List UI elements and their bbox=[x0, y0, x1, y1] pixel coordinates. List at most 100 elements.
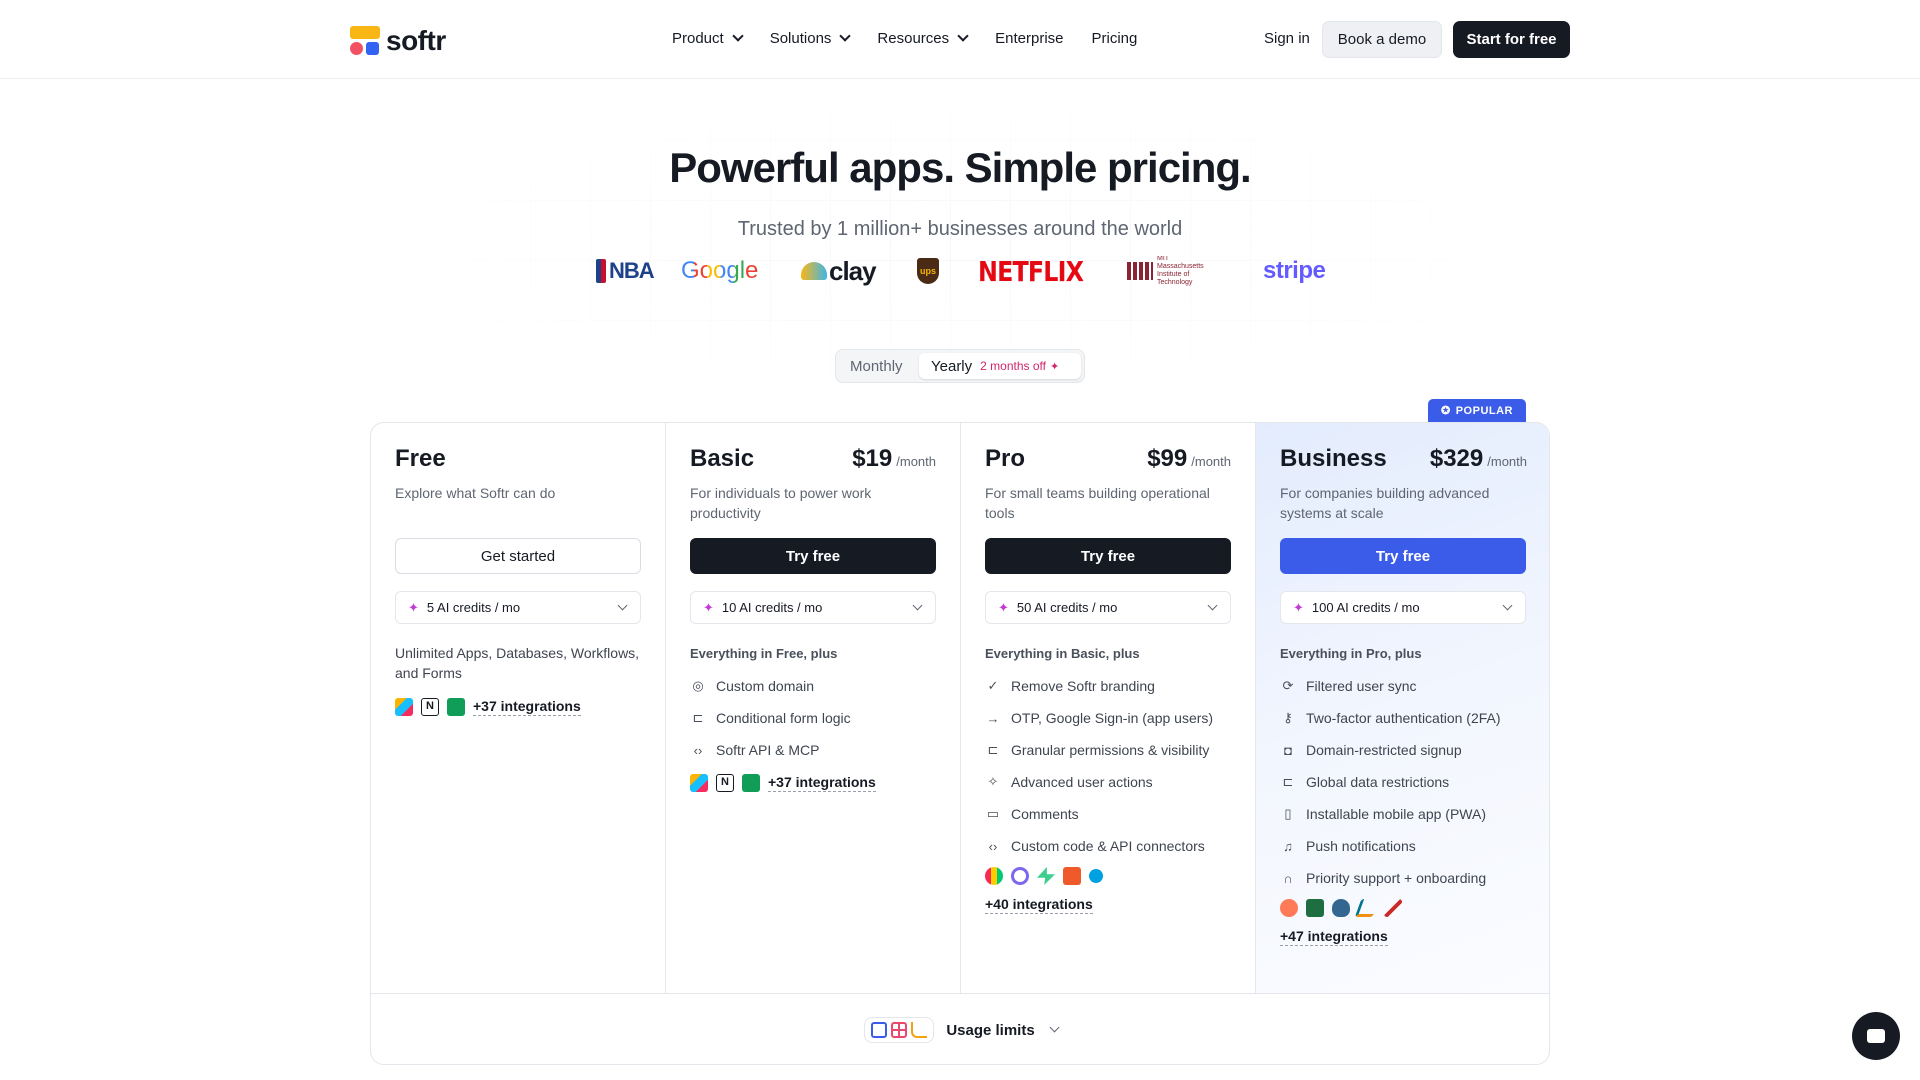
feature-item: ⊏ Global data restrictions bbox=[1280, 766, 1501, 798]
try-free-button[interactable]: Try free bbox=[690, 538, 936, 574]
sync-icon: ⟳ bbox=[1282, 678, 1294, 693]
yearly-option[interactable]: Yearly 2 months off ✦ bbox=[919, 353, 1081, 379]
menu-label: Enterprise bbox=[995, 30, 1064, 47]
plan-summary: Unlimited Apps, Databases, Workflows, an… bbox=[395, 645, 640, 681]
usage-icons bbox=[864, 1017, 935, 1043]
feature-item: ◎ Custom domain bbox=[690, 670, 851, 702]
airtable-icon bbox=[395, 698, 413, 716]
feature-label: Comments bbox=[1011, 806, 1079, 822]
integrations-row: N +37 integrations bbox=[395, 698, 581, 716]
supabase-icon bbox=[1037, 867, 1055, 885]
softr-logo-mark-icon bbox=[350, 26, 380, 56]
discount-badge: 2 months off bbox=[980, 359, 1046, 373]
netflix-logo: NETFLIX bbox=[978, 254, 1102, 288]
menu-item-product[interactable]: Product bbox=[672, 30, 744, 47]
sparkle-icon: ✦ bbox=[703, 599, 714, 615]
try-free-button[interactable]: Try free bbox=[1280, 538, 1526, 574]
integrations-link[interactable]: +37 integrations bbox=[768, 774, 876, 792]
chevron-down-icon bbox=[732, 30, 744, 42]
plan-description: For companies building advanced systems … bbox=[1280, 485, 1490, 521]
lock-icon: ◘ bbox=[1284, 742, 1292, 758]
logo-text: stripe bbox=[1263, 257, 1326, 284]
book-demo-button[interactable]: Book a demo bbox=[1322, 21, 1442, 58]
permissions-icon: ⊏ bbox=[987, 742, 999, 757]
integrations-icons bbox=[1280, 899, 1402, 917]
cursor-click-icon: ✧ bbox=[987, 774, 999, 789]
get-started-button[interactable]: Get started bbox=[395, 538, 641, 574]
credits-value: 50 AI credits / mo bbox=[1016, 600, 1118, 615]
ai-credits-select[interactable]: ✦ 10 AI credits / mo bbox=[690, 591, 936, 624]
plan-name: Free bbox=[395, 445, 446, 472]
integrations-link[interactable]: +40 integrations bbox=[985, 896, 1093, 914]
sign-in-link[interactable]: Sign in bbox=[1264, 30, 1310, 47]
menu-item-pricing[interactable]: Pricing bbox=[1092, 30, 1138, 47]
chat-icon bbox=[1867, 1029, 1885, 1043]
integrations-link[interactable]: +47 integrations bbox=[1280, 928, 1388, 946]
price-period: /month bbox=[896, 454, 936, 469]
logo-text: softr bbox=[386, 25, 446, 56]
monthly-option[interactable]: Monthly bbox=[850, 358, 903, 375]
chevron-down-icon bbox=[839, 30, 852, 42]
feature-label: OTP, Google Sign-in (app users) bbox=[1011, 710, 1214, 726]
clickup-icon bbox=[1011, 867, 1029, 885]
workflow-icon bbox=[911, 1022, 928, 1038]
mysql-icon bbox=[1354, 899, 1380, 917]
feature-item: → OTP, Google Sign-in (app users) bbox=[985, 702, 1214, 734]
feature-item: ⚷ Two-factor authentication (2FA) bbox=[1280, 702, 1500, 734]
airtable-icon bbox=[690, 774, 708, 792]
credits-value: 100 AI credits / mo bbox=[1311, 600, 1420, 615]
price-amount: $99 bbox=[1147, 445, 1188, 472]
feature-item: ✧ Advanced user actions bbox=[985, 766, 1213, 798]
menu-item-resources[interactable]: Resources bbox=[877, 30, 969, 47]
ai-credits-select[interactable]: ✦ 5 AI credits / mo bbox=[395, 591, 641, 624]
integrations-row: +40 integrations bbox=[985, 896, 1093, 914]
chevron-down-icon bbox=[1502, 600, 1513, 611]
notion-icon: N bbox=[716, 774, 734, 792]
postgresql-icon bbox=[1332, 899, 1350, 917]
menu-label: Product bbox=[672, 30, 724, 47]
chat-widget-button[interactable] bbox=[1852, 1012, 1900, 1060]
logo-text: Google bbox=[681, 257, 759, 284]
sparkle-icon: ✦ bbox=[998, 599, 1009, 615]
popular-badge: ✪ POPULAR bbox=[1428, 399, 1526, 422]
feature-label: Installable mobile app (PWA) bbox=[1306, 806, 1487, 822]
ai-credits-select[interactable]: ✦ 100 AI credits / mo bbox=[1280, 591, 1526, 624]
logo-text: MIT Massachusetts Institute of Technolog… bbox=[1157, 256, 1204, 286]
chevron-down-icon bbox=[617, 600, 628, 611]
feature-label: Custom code & API connectors bbox=[1011, 838, 1205, 854]
monday-icon bbox=[985, 867, 1003, 885]
plan-description: For individuals to power work productivi… bbox=[690, 485, 872, 521]
feature-item: ♫ Push notifications bbox=[1280, 830, 1501, 862]
menu-item-enterprise[interactable]: Enterprise bbox=[995, 30, 1063, 47]
try-free-button[interactable]: Try free bbox=[985, 538, 1231, 574]
plan-price: $329 /month bbox=[1430, 445, 1527, 473]
start-for-free-button[interactable]: Start for free bbox=[1453, 21, 1570, 58]
feature-item: ▯ Installable mobile app (PWA) bbox=[1280, 798, 1501, 830]
chevron-down-icon bbox=[1049, 1022, 1060, 1033]
pricing-table: Free Explore what Softr can do Get start… bbox=[370, 422, 1550, 1065]
customer-logos: NBA Google clay ups NETFLIX MIT Massachu… bbox=[0, 254, 1920, 288]
plan-name: Business bbox=[1280, 445, 1387, 472]
logo-text: NBA bbox=[609, 258, 655, 283]
code-icon: ‹› bbox=[693, 742, 703, 758]
chevron-down-icon bbox=[957, 30, 969, 42]
sql-server-icon bbox=[1384, 899, 1402, 917]
plan-price: $19 /month bbox=[852, 445, 936, 473]
nba-logo: NBA bbox=[596, 256, 655, 286]
integrations-link[interactable]: +37 integrations bbox=[473, 698, 581, 716]
ai-credits-select[interactable]: ✦ 50 AI credits / mo bbox=[985, 591, 1231, 624]
stripe-logo: stripe bbox=[1263, 256, 1326, 286]
comments-icon: ▭ bbox=[986, 806, 1000, 821]
feature-item: ▭ Comments bbox=[985, 798, 1213, 830]
menu-item-solutions[interactable]: Solutions bbox=[770, 30, 852, 47]
credits-value: 10 AI credits / mo bbox=[721, 600, 823, 615]
salesforce-icon bbox=[1089, 869, 1103, 883]
price-amount: $329 bbox=[1429, 445, 1484, 472]
logo-text: NETFLIX bbox=[978, 254, 1084, 288]
feature-label: Filtered user sync bbox=[1306, 678, 1417, 694]
softr-logo[interactable]: softr bbox=[350, 25, 446, 57]
sparkle-icon: ✦ bbox=[1293, 599, 1304, 615]
award-icon: ✪ bbox=[1441, 405, 1451, 417]
usage-limits-toggle[interactable]: Usage limits bbox=[371, 993, 1549, 1064]
globe-icon: ◎ bbox=[692, 678, 704, 693]
